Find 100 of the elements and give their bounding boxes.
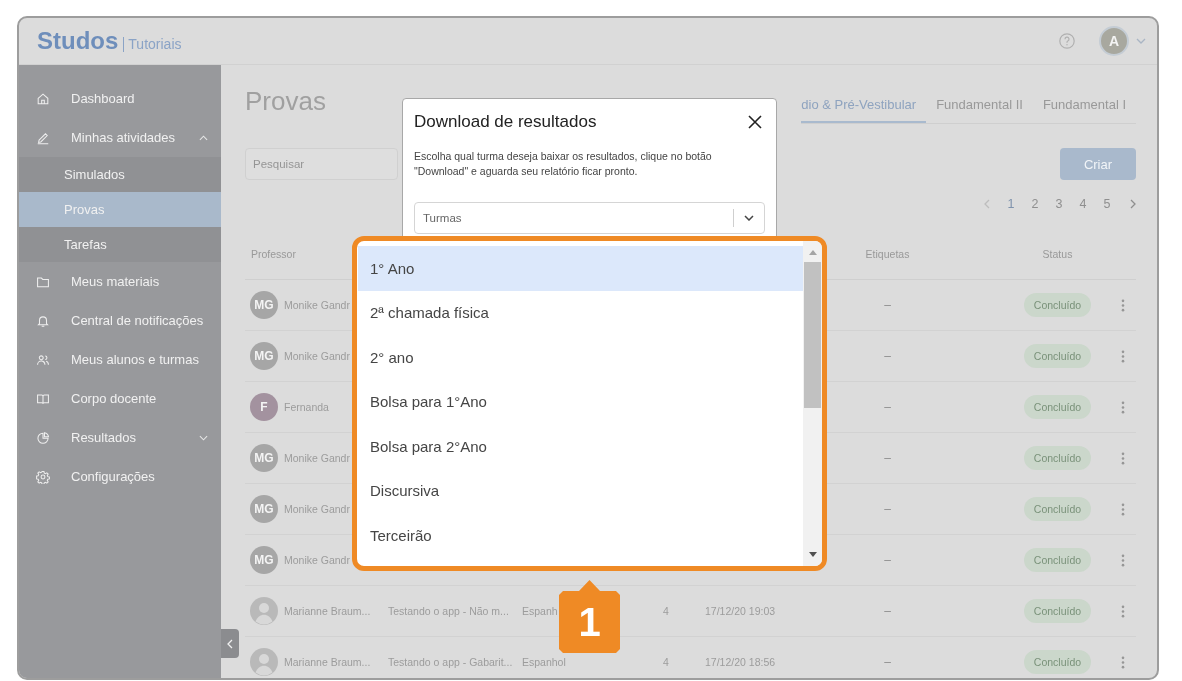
chevron-down-icon [744, 215, 754, 221]
tab[interactable]: Fundamental I [1032, 87, 1136, 123]
kebab-menu-icon[interactable] [1121, 400, 1125, 414]
page-number[interactable]: 3 [1047, 194, 1071, 214]
kebab-menu-icon[interactable] [1121, 349, 1125, 363]
subject-name: Espanh [522, 604, 558, 618]
step-number-callout: 1 [559, 580, 620, 653]
initials-avatar: MG [250, 342, 278, 370]
initials-avatar: F [250, 393, 278, 421]
professor-name: Marianne Braum... [284, 655, 371, 669]
status-badge: Concluído [1023, 497, 1092, 521]
status-badge: Concluído [1023, 395, 1092, 419]
page-title: Provas [245, 85, 326, 118]
status-badge: Concluído [1023, 344, 1092, 368]
test-title: Testando o app - Não m... [388, 604, 509, 618]
question-count: 4 [663, 604, 669, 618]
help-icon[interactable] [1059, 33, 1075, 49]
tab[interactable]: Fundamental II [926, 87, 1033, 123]
tags-text: – [884, 553, 891, 567]
date-time: 17/12/20 18:56 [705, 655, 776, 669]
tags-text: – [884, 502, 891, 516]
initials-avatar: MG [250, 444, 278, 472]
dropdown-option[interactable]: 2° ano [358, 335, 803, 380]
professor-name: Fernanda [284, 400, 329, 414]
kebab-menu-icon[interactable] [1121, 553, 1125, 567]
sidebar-item[interactable]: Meus materiais [19, 262, 221, 301]
pie-chart-icon [36, 430, 50, 445]
kebab-menu-icon[interactable] [1121, 655, 1125, 669]
dropdown-option[interactable]: Bolsa para 2°Ano [358, 424, 803, 469]
professor-name: Monike Gandr [284, 451, 350, 465]
kebab-menu-icon[interactable] [1121, 502, 1125, 516]
sidebar-item[interactable]: Dashboard [19, 79, 221, 118]
professor-name: Monike Gandr [284, 298, 350, 312]
home-icon [36, 91, 50, 106]
scroll-down-arrow-icon[interactable] [808, 552, 817, 557]
professor-name: Monike Gandr [284, 553, 350, 567]
sidebar-subitem[interactable]: Simulados [19, 157, 221, 192]
folder-icon [36, 274, 50, 289]
tags-text: – [884, 400, 891, 414]
user-avatar[interactable]: A [1099, 26, 1129, 56]
logo-wordmark: Studos [37, 27, 119, 55]
tags-text: – [884, 451, 891, 465]
status-badge: Concluído [1023, 293, 1092, 317]
chevron-left-icon [227, 638, 233, 649]
test-title: Testando o app - Gabarit... [388, 655, 513, 669]
initials-avatar: MG [250, 495, 278, 523]
close-icon [748, 115, 762, 129]
page-number[interactable]: 2 [1023, 194, 1047, 214]
dropdown-option[interactable]: Terceirão [358, 513, 803, 558]
bell-icon [36, 313, 50, 328]
sidebar-item[interactable]: Meus alunos e turmas [19, 340, 221, 379]
pencil-icon [36, 130, 50, 145]
scrollbar-thumb[interactable] [804, 262, 821, 408]
tags-text: – [884, 655, 891, 669]
dialog-title: Download de resultados [414, 111, 597, 133]
initials-avatar: MG [250, 291, 278, 319]
initials-avatar: MG [250, 546, 278, 574]
tags-text: – [884, 604, 891, 618]
users-icon [36, 352, 50, 367]
scrollbar-track[interactable] [803, 241, 822, 566]
dropdown-option[interactable]: 2ª chamada física [358, 290, 803, 335]
sidebar-item[interactable]: Minhas atividades [19, 118, 221, 157]
dropdown-option[interactable]: Discursiva [358, 468, 803, 513]
dialog-description: Escolha qual turma deseja baixar os resultados, clique no botão "Download" e aguarda seu relatório ficar pronto. [414, 149, 713, 179]
sidebar-item[interactable]: Configurações [19, 457, 221, 496]
chevron-down-icon[interactable] [1136, 38, 1146, 44]
date-time: 17/12/20 19:03 [705, 604, 776, 618]
logo-subtitle: Tutoriais [123, 37, 182, 52]
kebab-menu-icon[interactable] [1121, 451, 1125, 465]
professor-name: Marianne Braum... [284, 604, 371, 618]
status-badge: Concluído [1023, 650, 1092, 674]
status-badge: Concluído [1023, 599, 1092, 623]
search-field[interactable]: Pesquisar [245, 148, 398, 180]
book-icon [36, 391, 50, 406]
kebab-menu-icon[interactable] [1121, 298, 1125, 312]
scroll-up-arrow-icon[interactable] [808, 250, 817, 255]
tags-text: – [884, 349, 891, 363]
status-badge: Concluído [1023, 446, 1092, 470]
sidebar-item[interactable]: Corpo docente [19, 379, 221, 418]
collapse-sidebar-button[interactable] [221, 629, 239, 658]
tab[interactable]: dio & Pré-Vestibular [801, 87, 927, 123]
create-button[interactable]: Criar [1060, 148, 1136, 180]
subject-name: Espanhol [522, 655, 566, 669]
professor-name: Monike Gandr [284, 349, 350, 363]
sidebar-item[interactable]: Resultados [19, 418, 221, 457]
page-number[interactable]: 4 [1071, 194, 1095, 214]
kebab-menu-icon[interactable] [1121, 604, 1125, 618]
dropdown-option[interactable]: 1° Ano [358, 246, 803, 291]
sidebar-subitem[interactable]: Tarefas [19, 227, 221, 262]
page-number[interactable]: 1 [999, 194, 1023, 214]
class-select[interactable]: Turmas [414, 202, 765, 234]
tags-text: – [884, 298, 891, 312]
page-number[interactable]: 5 [1095, 194, 1119, 214]
question-count: 4 [663, 655, 669, 669]
user-silhouette-icon [250, 648, 278, 676]
chevron-right-icon[interactable] [1130, 199, 1136, 209]
column-header: Etiquetas [865, 247, 910, 261]
sidebar-item[interactable]: Central de notificações [19, 301, 221, 340]
dropdown-option[interactable]: Bolsa para 1°Ano [358, 379, 803, 424]
sidebar-subitem[interactable]: Provas [19, 192, 221, 227]
